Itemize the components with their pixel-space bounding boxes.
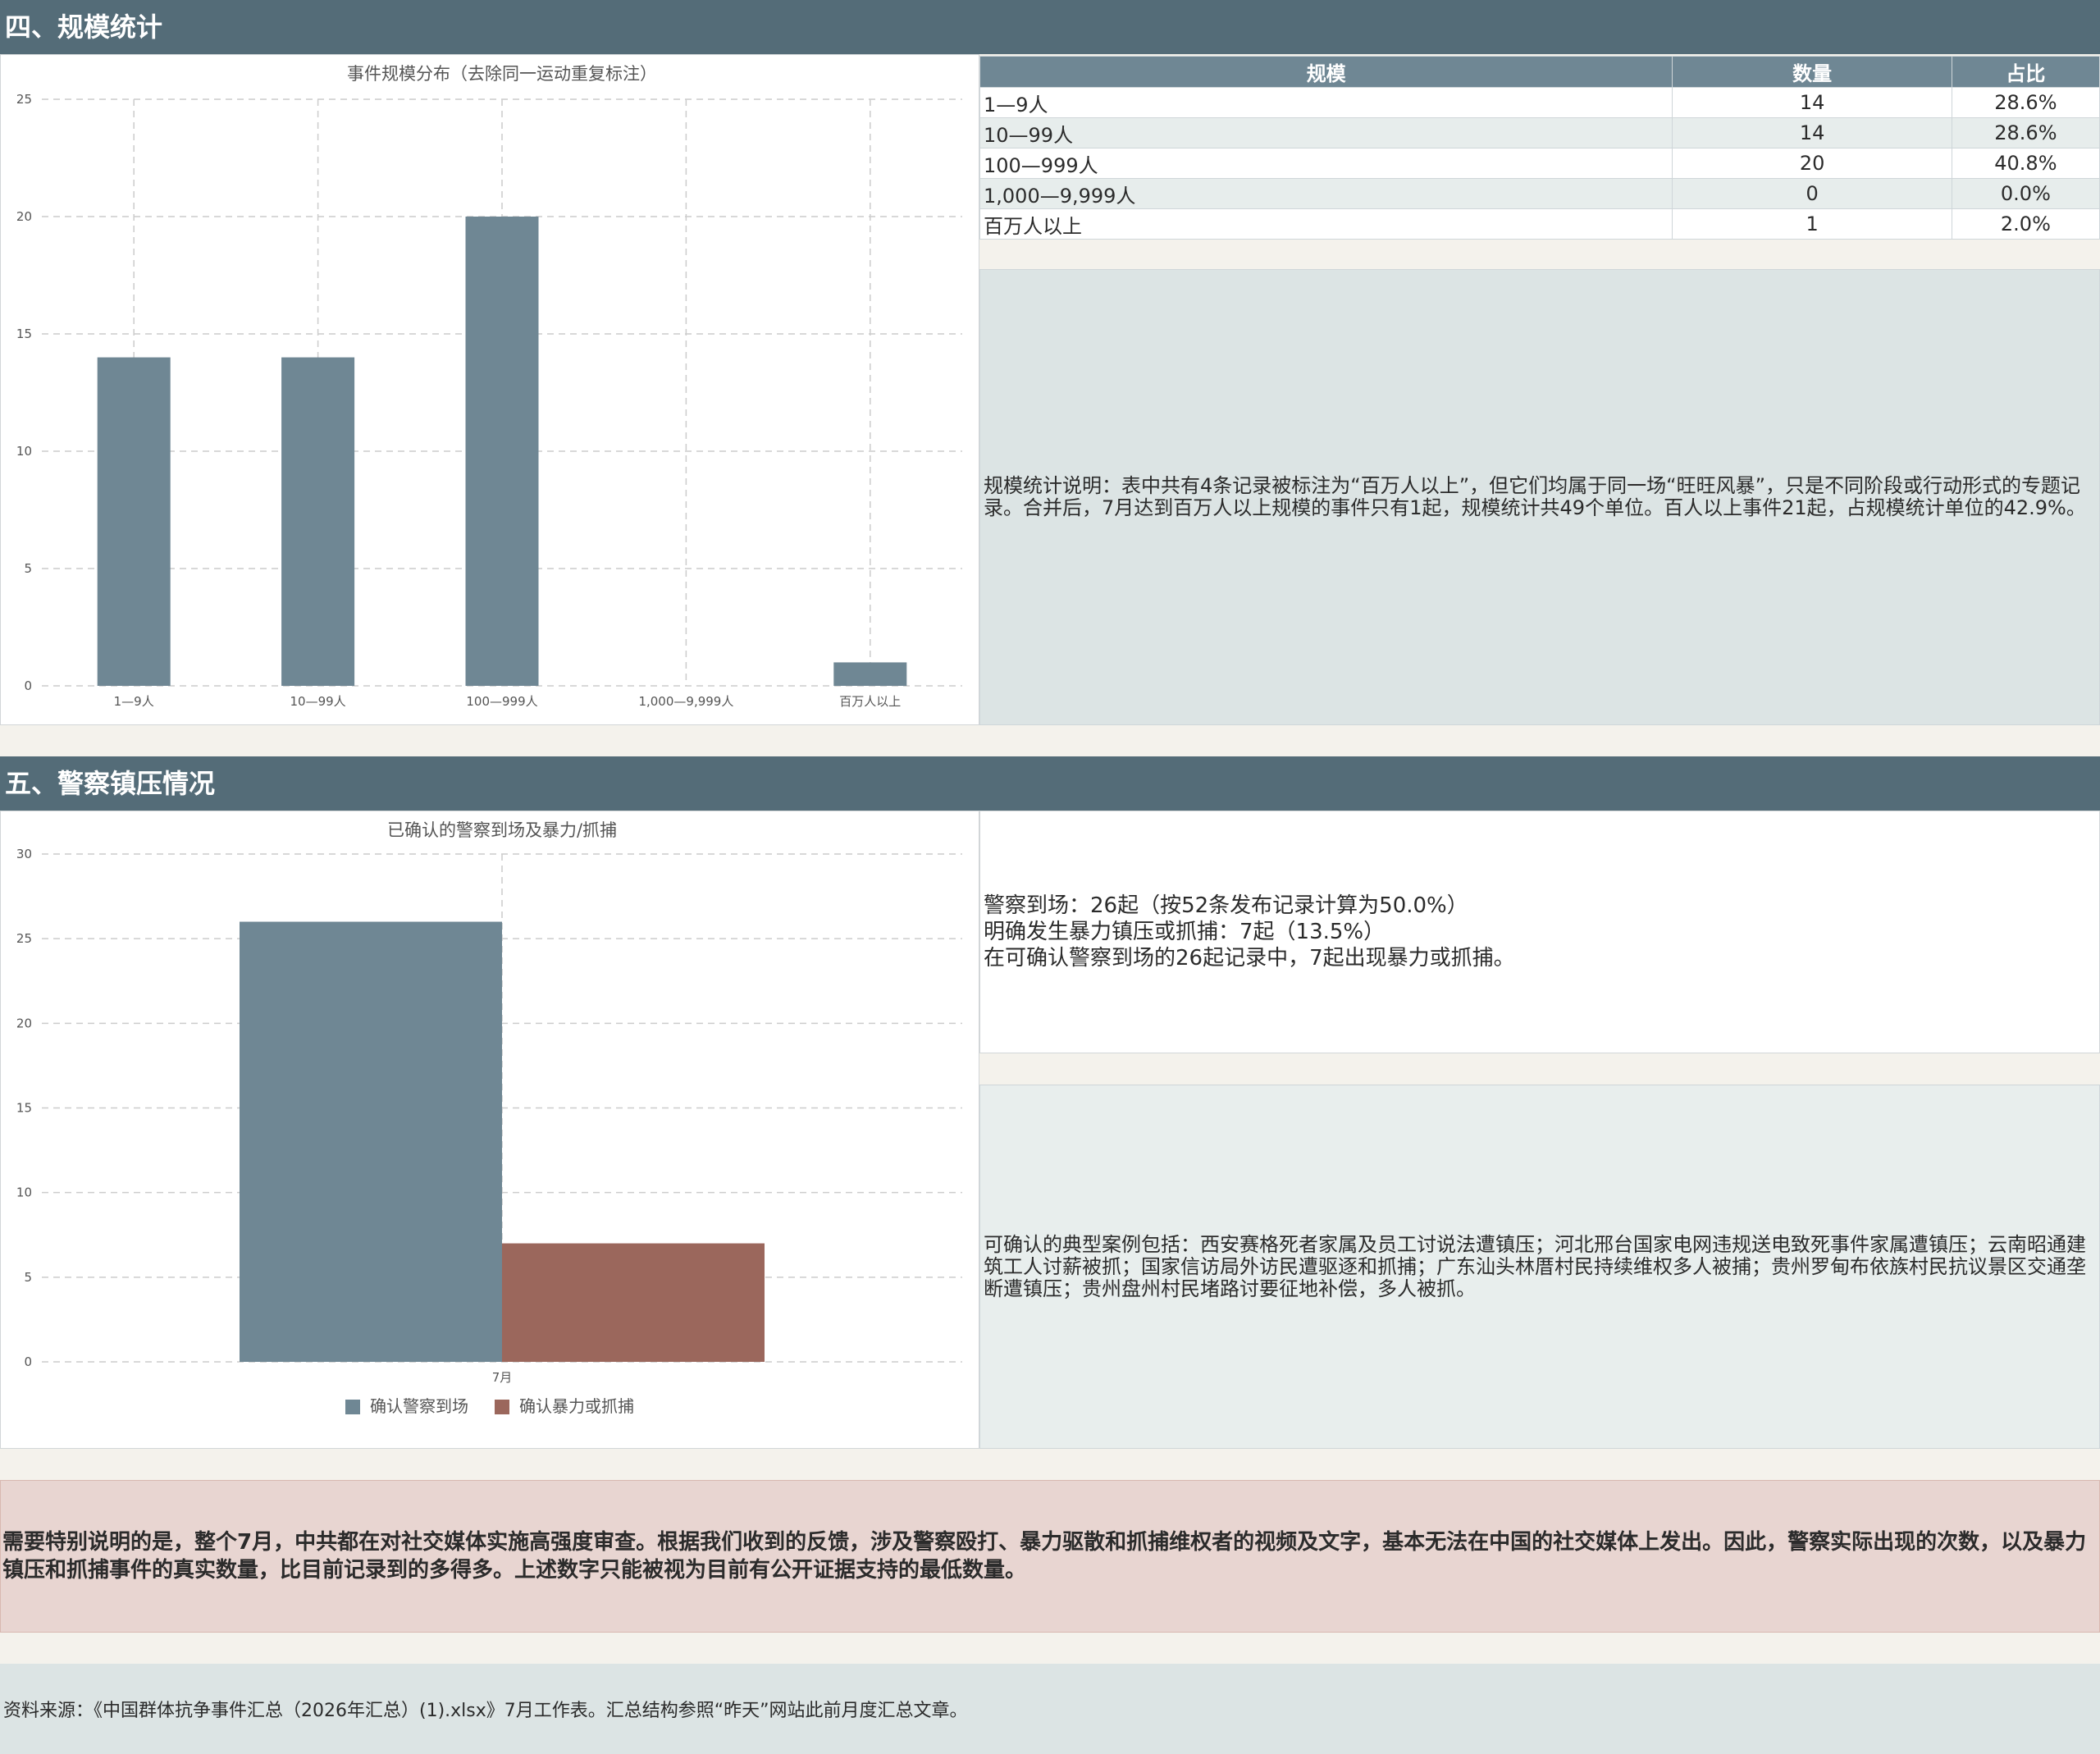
police-cases-panel: 可确认的典型案例包括：西安赛格死者家属及员工讨说法遭镇压；河北邢台国家电网违规送… <box>979 1085 2100 1449</box>
table-cell-count: 14 <box>1672 87 1952 118</box>
legend-label: 确认暴力或抓捕 <box>519 1396 634 1416</box>
source-text: 资料来源：《中国群体抗争事件汇总（2026年汇总）(1).xlsx》7月工作表。… <box>3 1701 968 1721</box>
police-summary-line-violence: 明确发生暴力镇压或抓捕：7起（13.5%） <box>984 920 1386 944</box>
legend-swatch <box>345 1400 360 1414</box>
y-tick-label: 20 <box>16 209 32 224</box>
x-tick-label: 7月 <box>492 1370 513 1385</box>
y-tick-label: 5 <box>24 1270 32 1285</box>
table-cell-count: 14 <box>1672 117 1952 148</box>
y-tick-label: 15 <box>16 327 32 341</box>
y-tick-label: 10 <box>16 1185 32 1200</box>
table-cell-share: 28.6% <box>1951 117 2100 148</box>
bar <box>240 921 502 1362</box>
x-tick-label: 1,000—9,999人 <box>638 694 733 709</box>
warning-panel: 需要特别说明的是，整个7月，中共都在对社交媒体实施高强度审查。根据我们收到的反馈… <box>0 1480 2100 1633</box>
chart-title: 已确认的警察到场及暴力/抓捕 <box>387 820 617 840</box>
y-tick-label: 20 <box>16 1016 32 1030</box>
table-row: 10—99人 14 28.6% <box>979 117 2100 148</box>
scale-table: 规模 数量 占比 1—9人 14 28.6% 10—99人 14 28.6% 1… <box>979 56 2100 240</box>
legend-label: 确认警察到场 <box>370 1396 468 1416</box>
police-chart: 已确认的警察到场及暴力/抓捕 0 5 10 15 20 25 30 7月确认警察到场 确认暴力或抓… <box>16 820 962 1416</box>
x-tick-label: 10—99人 <box>290 694 346 709</box>
section-5-header: 五、警察镇压情况 <box>0 756 2100 811</box>
y-tick-label: 30 <box>16 847 32 861</box>
x-tick-label: 百万人以上 <box>839 694 901 709</box>
table-cell-scale: 1,000—9,999人 <box>979 178 1673 209</box>
table-cell-share: 0.0% <box>1951 178 2100 209</box>
table-row: 1,000—9,999人 0 0.0% <box>979 178 2100 209</box>
police-summary-line-detail: 在可确认警察到场的26起记录中，7起出现暴力或抓捕。 <box>984 946 1515 971</box>
police-summary-line-arrival: 警察到场：26起（按52条发布记录计算为50.0%） <box>984 893 1468 918</box>
section-4-header: 四、规模统计 <box>0 0 2100 54</box>
table-header-scale: 规模 <box>979 56 1673 88</box>
table-row: 1—9人 14 28.6% <box>979 87 2100 118</box>
source-panel: 资料来源：《中国群体抗争事件汇总（2026年汇总）(1).xlsx》7月工作表。… <box>0 1664 2100 1754</box>
police-summary-panel: 警察到场：26起（按52条发布记录计算为50.0%） 明确发生暴力镇压或抓捕：7… <box>979 811 2100 1053</box>
table-cell-share: 28.6% <box>1951 87 2100 118</box>
y-tick-label: 25 <box>16 92 32 107</box>
scale-chart: 事件规模分布（去除同一运动重复标注） 0 5 10 15 20 25 1—9人 10—99人 10… <box>16 64 962 709</box>
bar <box>281 357 355 686</box>
table-header-count: 数量 <box>1672 56 1952 88</box>
bar <box>97 357 171 686</box>
bar <box>465 217 539 686</box>
x-tick-label: 100—999人 <box>466 694 537 709</box>
scale-chart-panel: 事件规模分布（去除同一运动重复标注） 0 5 10 15 20 25 1—9人 10—99人 10… <box>0 54 979 725</box>
table-cell-scale: 1—9人 <box>979 87 1673 118</box>
y-tick-label: 0 <box>24 678 32 693</box>
warning-text: 需要特别说明的是，整个7月，中共都在对社交媒体实施高强度审查。根据我们收到的反馈… <box>2 1530 2087 1583</box>
chart-title: 事件规模分布（去除同一运动重复标注） <box>347 64 657 84</box>
police-chart-panel: 已确认的警察到场及暴力/抓捕 0 5 10 15 20 25 30 7月确认警察到场 确认暴力或抓… <box>0 811 979 1449</box>
table-cell-scale: 百万人以上 <box>979 208 1673 240</box>
bar <box>833 662 907 686</box>
table-cell-share: 2.0% <box>1951 208 2100 240</box>
legend-swatch <box>495 1400 509 1414</box>
police-cases-text: 可确认的典型案例包括：西安赛格死者家属及员工讨说法遭镇压；河北邢台国家电网违规送… <box>984 1232 2086 1300</box>
section-5-title: 五、警察镇压情况 <box>5 768 216 799</box>
table-cell-scale: 10—99人 <box>979 117 1673 148</box>
table-header-share: 占比 <box>1951 56 2100 88</box>
table-cell-count: 20 <box>1672 148 1952 179</box>
y-tick-label: 10 <box>16 444 32 459</box>
y-tick-label: 15 <box>16 1101 32 1116</box>
table-header-row: 规模 数量 占比 <box>979 56 2100 88</box>
table-cell-count: 0 <box>1672 178 1952 209</box>
table-row: 100—999人 20 40.8% <box>979 148 2100 179</box>
table-row: 百万人以上 1 2.0% <box>979 208 2100 240</box>
section-4-title: 四、规模统计 <box>5 11 163 43</box>
y-tick-label: 25 <box>16 931 32 946</box>
scale-note-panel: 规模统计说明：表中共有4条记录被标注为“百万人以上”，但它们均属于同一场“旺旺风… <box>979 269 2100 725</box>
x-tick-label: 1—9人 <box>114 694 154 709</box>
scale-note-text: 规模统计说明：表中共有4条记录被标注为“百万人以上”，但它们均属于同一场“旺旺风… <box>984 474 2086 519</box>
table-cell-scale: 100—999人 <box>979 148 1673 179</box>
table-cell-count: 1 <box>1672 208 1952 240</box>
police-summary: 警察到场：26起（按52条发布记录计算为50.0%） 明确发生暴力镇压或抓捕：7… <box>980 893 1518 971</box>
y-tick-label: 0 <box>24 1354 32 1369</box>
bar <box>502 1243 765 1362</box>
table-cell-share: 40.8% <box>1951 148 2100 179</box>
y-tick-label: 5 <box>24 561 32 576</box>
